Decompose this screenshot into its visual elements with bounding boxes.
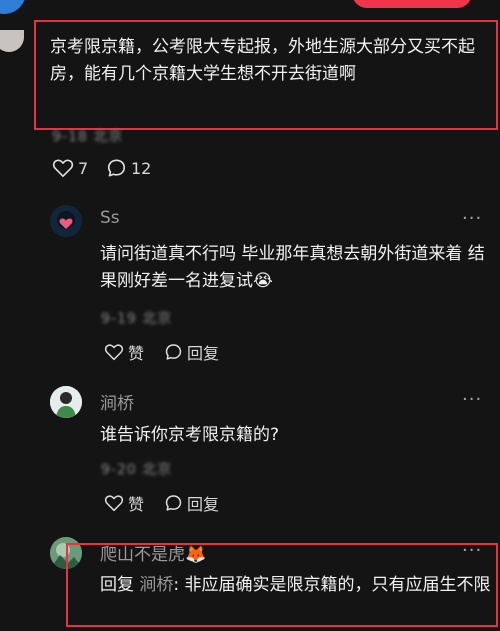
reply-reply-button[interactable]: 回复	[164, 491, 219, 515]
reply-prefix: 回复	[100, 575, 134, 595]
reply-avatar-ss[interactable]	[50, 205, 82, 237]
reply-label: 回复	[187, 344, 220, 363]
heart-icon	[52, 158, 74, 178]
comment-bubble-icon	[164, 343, 183, 361]
reply-avatar-pashan[interactable]	[50, 537, 82, 569]
ss-avatar-image	[50, 205, 82, 237]
more-options-button[interactable]: ···	[462, 208, 482, 229]
reply-text: 谁告诉你京考限京籍的?	[100, 425, 280, 445]
comment-bubble-icon	[106, 158, 127, 178]
main-comment-avatar[interactable]	[0, 30, 24, 52]
comment-bubble-icon	[164, 494, 183, 512]
reply-like-button[interactable]: 赞	[104, 340, 144, 364]
main-comment-meta: 9-18 北京	[52, 129, 124, 145]
heart-icon	[104, 343, 124, 361]
jianqiao-avatar-image	[50, 386, 82, 418]
like-button[interactable]: 7	[52, 158, 88, 178]
crying-emoji: 😭	[253, 271, 273, 291]
more-options-button[interactable]: ···	[462, 540, 482, 561]
reply-username[interactable]: Ss	[100, 208, 120, 228]
reply-like-button[interactable]: 赞	[104, 491, 144, 515]
comment-button[interactable]: 12	[106, 158, 151, 178]
reply-meta: 9-19 北京	[101, 311, 173, 327]
reply-text: 请问街道真不行吗 毕业那年真想去朝外街道来着 结果刚好差一名进复试😭	[100, 244, 485, 291]
main-comment-text: 京考限京籍，公考限大专起报，外地生源大部分又买不起房，能有几个京籍大学生想不开去…	[50, 37, 475, 84]
reply-avatar-jianqiao[interactable]	[50, 386, 82, 418]
reply-target-user[interactable]: 涧桥	[139, 575, 173, 595]
like-count: 7	[78, 158, 89, 178]
heart-icon	[104, 494, 124, 512]
follow-button[interactable]	[352, 0, 472, 8]
reply-text: 回复 涧桥: 非应届确实是限京籍的，只有应届生不限	[100, 572, 492, 599]
top-user-avatar[interactable]	[0, 0, 26, 14]
reply-label: 回复	[187, 495, 220, 514]
like-label: 赞	[128, 495, 145, 514]
like-label: 赞	[128, 344, 145, 363]
reply-username[interactable]: 涧桥	[100, 389, 134, 414]
reply-body: : 非应届确实是限京籍的，只有应届生不限	[173, 575, 491, 595]
more-options-button[interactable]: ···	[462, 389, 482, 410]
pashan-avatar-image	[50, 537, 82, 569]
fox-emoji: 🦊	[185, 545, 207, 565]
reply-meta: 9-20 北京	[101, 462, 173, 478]
reply-reply-button[interactable]: 回复	[164, 340, 219, 364]
reply-username[interactable]: 爬山不是虎🦊	[100, 540, 206, 565]
comment-count: 12	[131, 158, 152, 178]
